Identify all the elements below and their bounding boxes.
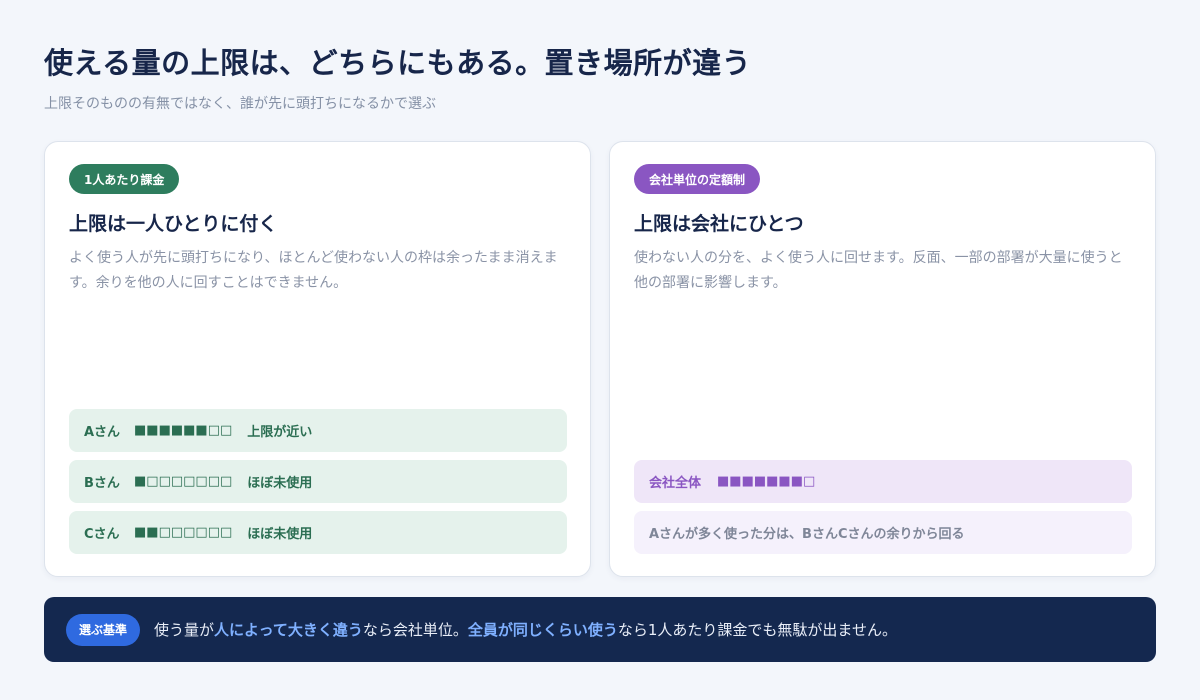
usage-status: ほぼ未使用 (247, 476, 313, 491)
company-plan-description: 使わない人の分を、よく使う人に回せます。反面、一部の部署が大量に使うと他の部署に… (634, 250, 1123, 291)
selection-criteria-banner: 選ぶ基準 使う量が人によって大きく違うなら会社単位。全員が同じくらい使うなら1人… (44, 597, 1156, 662)
usage-row-name: Bさん (84, 476, 120, 491)
company-note-row: Aさんが多く使った分は、BさんCさんの余りから回る (634, 511, 1132, 554)
usage-status: 上限が近い (247, 425, 313, 440)
page-subtitle: 上限そのものの有無ではなく、誰が先に頭打ちになるかで選ぶ (44, 96, 436, 112)
usage-row-b: Bさん ■□□□□□□□ ほぼ未使用 (69, 460, 567, 503)
criteria-text-part: なら会社単位。 (362, 621, 468, 639)
per-user-badge: 1人あたり課金 (69, 164, 180, 194)
company-plan-card: 会社単位の定額制 上限は会社にひとつ 使わない人の分を、よく使う人に回せます。反… (609, 141, 1156, 577)
usage-row-name: Aさん (84, 425, 121, 440)
company-total-row: 会社全体 ■■■■■■■□ (634, 460, 1132, 503)
usage-bar: ■■□□□□□□ (134, 525, 233, 540)
company-plan-title: 上限は会社にひとつ (634, 213, 804, 235)
criteria-text-part: なら1人あたり課金でも無駄が出ません。 (617, 621, 897, 639)
usage-bar: ■□□□□□□□ (134, 474, 233, 489)
usage-row-a: Aさん ■■■■■■□□ 上限が近い (69, 409, 567, 452)
criteria-highlight: 人によって大きく違う (214, 621, 363, 639)
per-user-description: よく使う人が先に頭打ちになり、ほとんど使わない人の枠は余ったまま消えます。余りを… (69, 250, 558, 291)
usage-bar: ■■■■■■□□ (134, 423, 233, 438)
criteria-badge: 選ぶ基準 (66, 613, 141, 646)
criteria-text: 使う量が人によって大きく違うなら会社単位。全員が同じくらい使うなら1人あたり課金… (154, 619, 897, 640)
page-title: 使える量の上限は、どちらにもある。置き場所が違う (44, 46, 752, 80)
criteria-highlight: 全員が同じくらい使う (467, 621, 618, 639)
company-plan-badge: 会社単位の定額制 (634, 164, 761, 194)
company-total-label: 会社全体 (649, 476, 702, 491)
usage-row-c: Cさん ■■□□□□□□ ほぼ未使用 (69, 511, 567, 554)
per-user-card: 1人あたり課金 上限は一人ひとりに付く よく使う人が先に頭打ちになり、ほとんど使… (44, 141, 591, 577)
company-usage-bar: ■■■■■■■□ (717, 474, 816, 489)
usage-status: ほぼ未使用 (247, 527, 313, 542)
usage-row-name: Cさん (84, 527, 120, 542)
criteria-text-part: 使う量が (154, 621, 215, 639)
per-user-title: 上限は一人ひとりに付く (69, 213, 278, 235)
